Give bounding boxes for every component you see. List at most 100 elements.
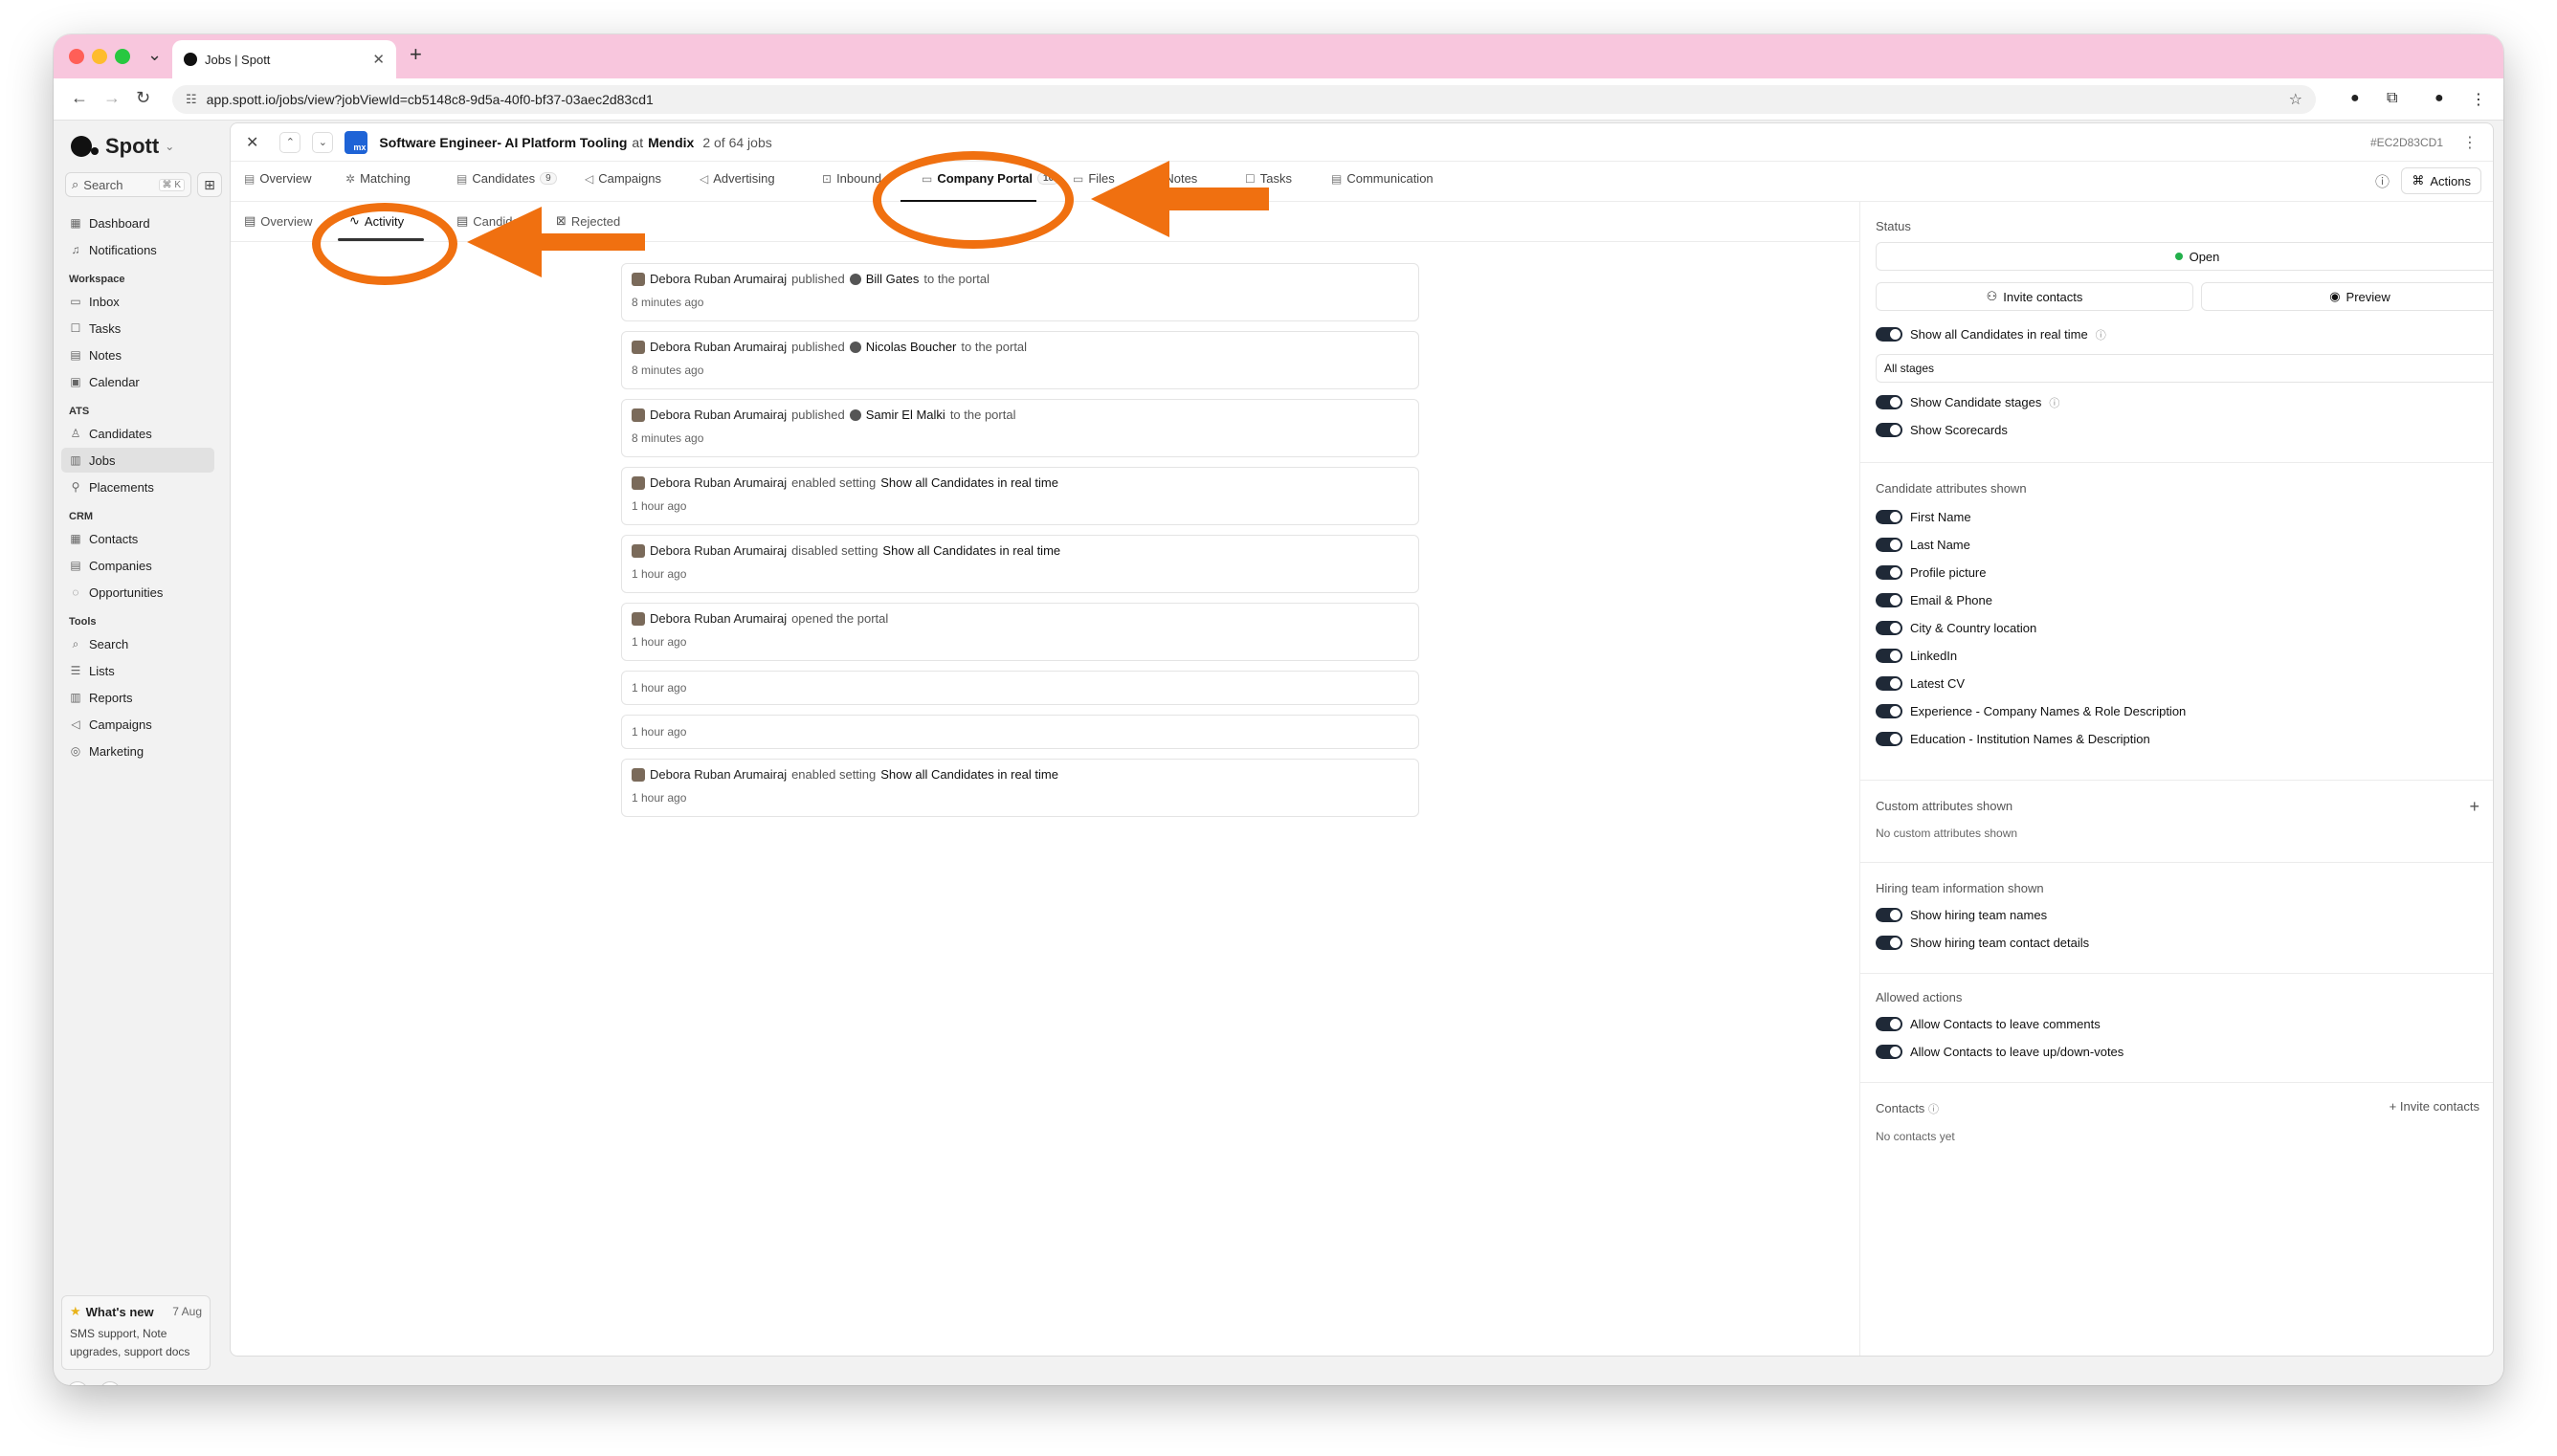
allowed-action-toggle[interactable] [1876,1017,1902,1031]
reload-icon[interactable]: ↻ [136,88,150,108]
info-icon[interactable]: ⓘ [2375,171,2390,191]
info-icon[interactable]: ⓘ [1928,1104,1939,1115]
attribute-toggle[interactable] [1876,538,1902,552]
tab-communication[interactable]: ▤ Communication [1331,171,1434,186]
hiring-team-toggle[interactable] [1876,908,1902,922]
bookmark-star-icon[interactable]: ☆ [2289,90,2302,109]
scorecards-toggle-row[interactable]: Show Scorecards [1876,416,2479,444]
activity-actor[interactable]: Debora Ruban Arumairaj [650,611,787,626]
site-settings-icon[interactable]: ☷ [186,92,197,107]
sidebar-item-calendar[interactable]: ▣ Calendar [61,369,214,394]
new-tab-icon[interactable]: + [410,42,422,67]
sidebar-item-notes[interactable]: ▤ Notes [61,342,214,367]
url-field[interactable]: ☷ app.spott.io/jobs/view?jobViewId=cb514… [172,85,2316,114]
invite-contacts-button[interactable]: ⚇ Invite contacts [1876,282,2193,311]
attribute-toggle-row[interactable]: Email & Phone [1876,586,2479,614]
spott-extension-icon[interactable]: ● [2350,90,2360,107]
hiring-team-toggle-row[interactable]: Show hiring team names [1876,901,2479,929]
profile-icon[interactable]: ● [2435,90,2444,107]
attribute-toggle[interactable] [1876,676,1902,691]
activity-actor[interactable]: Debora Ruban Arumairaj [650,340,787,354]
activity-object[interactable]: Bill Gates [866,272,920,286]
tab-advertising[interactable]: ◁ Advertising [700,171,775,186]
actions-button[interactable]: ⌘ Actions [2401,167,2481,194]
minimize-window-button[interactable] [92,49,107,64]
sidebar-item-jobs[interactable]: ▥ Jobs [61,448,214,473]
activity-object[interactable]: Nicolas Boucher [866,340,957,354]
stages-toggle-row[interactable]: Show Candidate stages ⓘ [1876,388,2479,416]
info-icon[interactable]: ⓘ [2049,395,2059,410]
stages-toggle[interactable] [1876,395,1902,409]
browser-tab[interactable]: Jobs | Spott ✕ [172,40,396,78]
attribute-toggle[interactable] [1876,649,1902,663]
brand[interactable]: Spott ⌄ [71,134,174,159]
close-window-button[interactable] [69,49,84,64]
tab-candidates[interactable]: ▤ Candidates 9 [456,171,557,186]
sidebar-item-contacts[interactable]: ▦ Contacts [61,526,214,551]
scorecards-toggle[interactable] [1876,423,1902,437]
forward-arrow-icon[interactable]: → [103,88,121,108]
activity-object[interactable]: Samir El Malki [866,408,945,422]
activity-actor[interactable]: Debora Ruban Arumairaj [650,543,787,558]
realtime-toggle[interactable] [1876,327,1902,342]
close-icon[interactable]: ✕ [246,133,258,152]
tab-list-chevron-icon[interactable]: ⌄ [147,45,162,65]
sidebar-item-dashboard[interactable]: ▦ Dashboard [61,210,214,235]
attribute-toggle-row[interactable]: City & Country location [1876,614,2479,642]
add-custom-attribute-icon[interactable]: + [2469,797,2479,817]
subtab-overview[interactable]: ▤ Overview [244,213,312,229]
sidebar-item-tasks[interactable]: ☐ Tasks [61,316,214,341]
sidebar-item-candidates[interactable]: ♙ Candidates [61,421,214,446]
whats-new-card[interactable]: ★ What's new 7 Aug SMS support, Note upg… [61,1295,211,1370]
attribute-toggle[interactable] [1876,621,1902,635]
preview-button[interactable]: ◉ Preview [2201,282,2493,311]
info-icon[interactable]: ⓘ [2096,327,2106,342]
compose-icon[interactable]: ⊞ [197,172,222,197]
invite-contacts-link[interactable]: + Invite contacts [2390,1099,2479,1114]
attribute-toggle-row[interactable]: Experience - Company Names & Role Descri… [1876,697,2479,725]
attribute-toggle-row[interactable]: Education - Institution Names & Descript… [1876,725,2479,753]
sidebar-item-placements[interactable]: ⚲ Placements [61,474,214,499]
stages-select[interactable]: All stages ⌄ [1876,354,2493,383]
activity-actor[interactable]: Debora Ruban Arumairaj [650,475,787,490]
allowed-action-toggle-row[interactable]: Allow Contacts to leave comments [1876,1010,2479,1038]
attribute-toggle-row[interactable]: LinkedIn [1876,642,2479,670]
sidebar-item-inbox[interactable]: ▭ Inbox [61,289,214,314]
back-arrow-icon[interactable]: ← [71,88,88,108]
sidebar-item-notifications[interactable]: ♫ Notifications [61,237,214,262]
activity-actor[interactable]: Debora Ruban Arumairaj [650,767,787,782]
tab-matching[interactable]: ✲ Matching [345,171,411,186]
browser-menu-icon[interactable]: ⋮ [2471,90,2486,109]
hiring-team-toggle[interactable] [1876,936,1902,950]
attribute-toggle[interactable] [1876,732,1902,746]
sidebar-search-button[interactable]: ⌕ Search ⌘ K [65,172,191,197]
tab-campaigns[interactable]: ◁ Campaigns [585,171,661,186]
sidebar-item-campaigns[interactable]: ◁ Campaigns [61,712,214,737]
sidebar-item-marketing[interactable]: ◎ Marketing [61,739,214,763]
activity-actor[interactable]: Debora Ruban Arumairaj [650,408,787,422]
allowed-action-toggle-row[interactable]: Allow Contacts to leave up/down-votes [1876,1038,2479,1066]
attribute-toggle-row[interactable]: First Name [1876,503,2479,531]
allowed-action-toggle[interactable] [1876,1045,1902,1059]
realtime-toggle-row[interactable]: Show all Candidates in real time ⓘ [1876,320,2479,348]
tab-inbound[interactable]: ⊡ Inbound [822,171,881,186]
sidebar-item-search[interactable]: ⌕ Search [61,631,214,656]
help-icon[interactable]: ? [100,1381,121,1385]
previous-job-chevron-up-icon[interactable]: ⌃ [279,131,301,153]
tab-overview[interactable]: ▤ Overview [244,171,312,186]
sidebar-item-opportunities[interactable]: ◌ Opportunities [61,580,214,605]
sidebar-item-lists[interactable]: ☰ Lists [61,658,214,683]
sidebar-item-reports[interactable]: ▥ Reports [61,685,214,710]
hiring-team-toggle-row[interactable]: Show hiring team contact details [1876,929,2479,957]
attribute-toggle[interactable] [1876,510,1902,524]
attribute-toggle[interactable] [1876,593,1902,607]
attribute-toggle[interactable] [1876,704,1902,718]
attribute-toggle[interactable] [1876,565,1902,580]
maximize-window-button[interactable] [115,49,130,64]
attribute-toggle-row[interactable]: Last Name [1876,531,2479,559]
extensions-puzzle-icon[interactable]: ⧉ [2387,90,2397,107]
status-open-button[interactable]: Open [1876,242,2493,271]
link-icon[interactable]: 🔗︎ [67,1381,88,1385]
activity-actor[interactable]: Debora Ruban Arumairaj [650,272,787,286]
next-job-chevron-down-icon[interactable]: ⌄ [312,131,334,153]
